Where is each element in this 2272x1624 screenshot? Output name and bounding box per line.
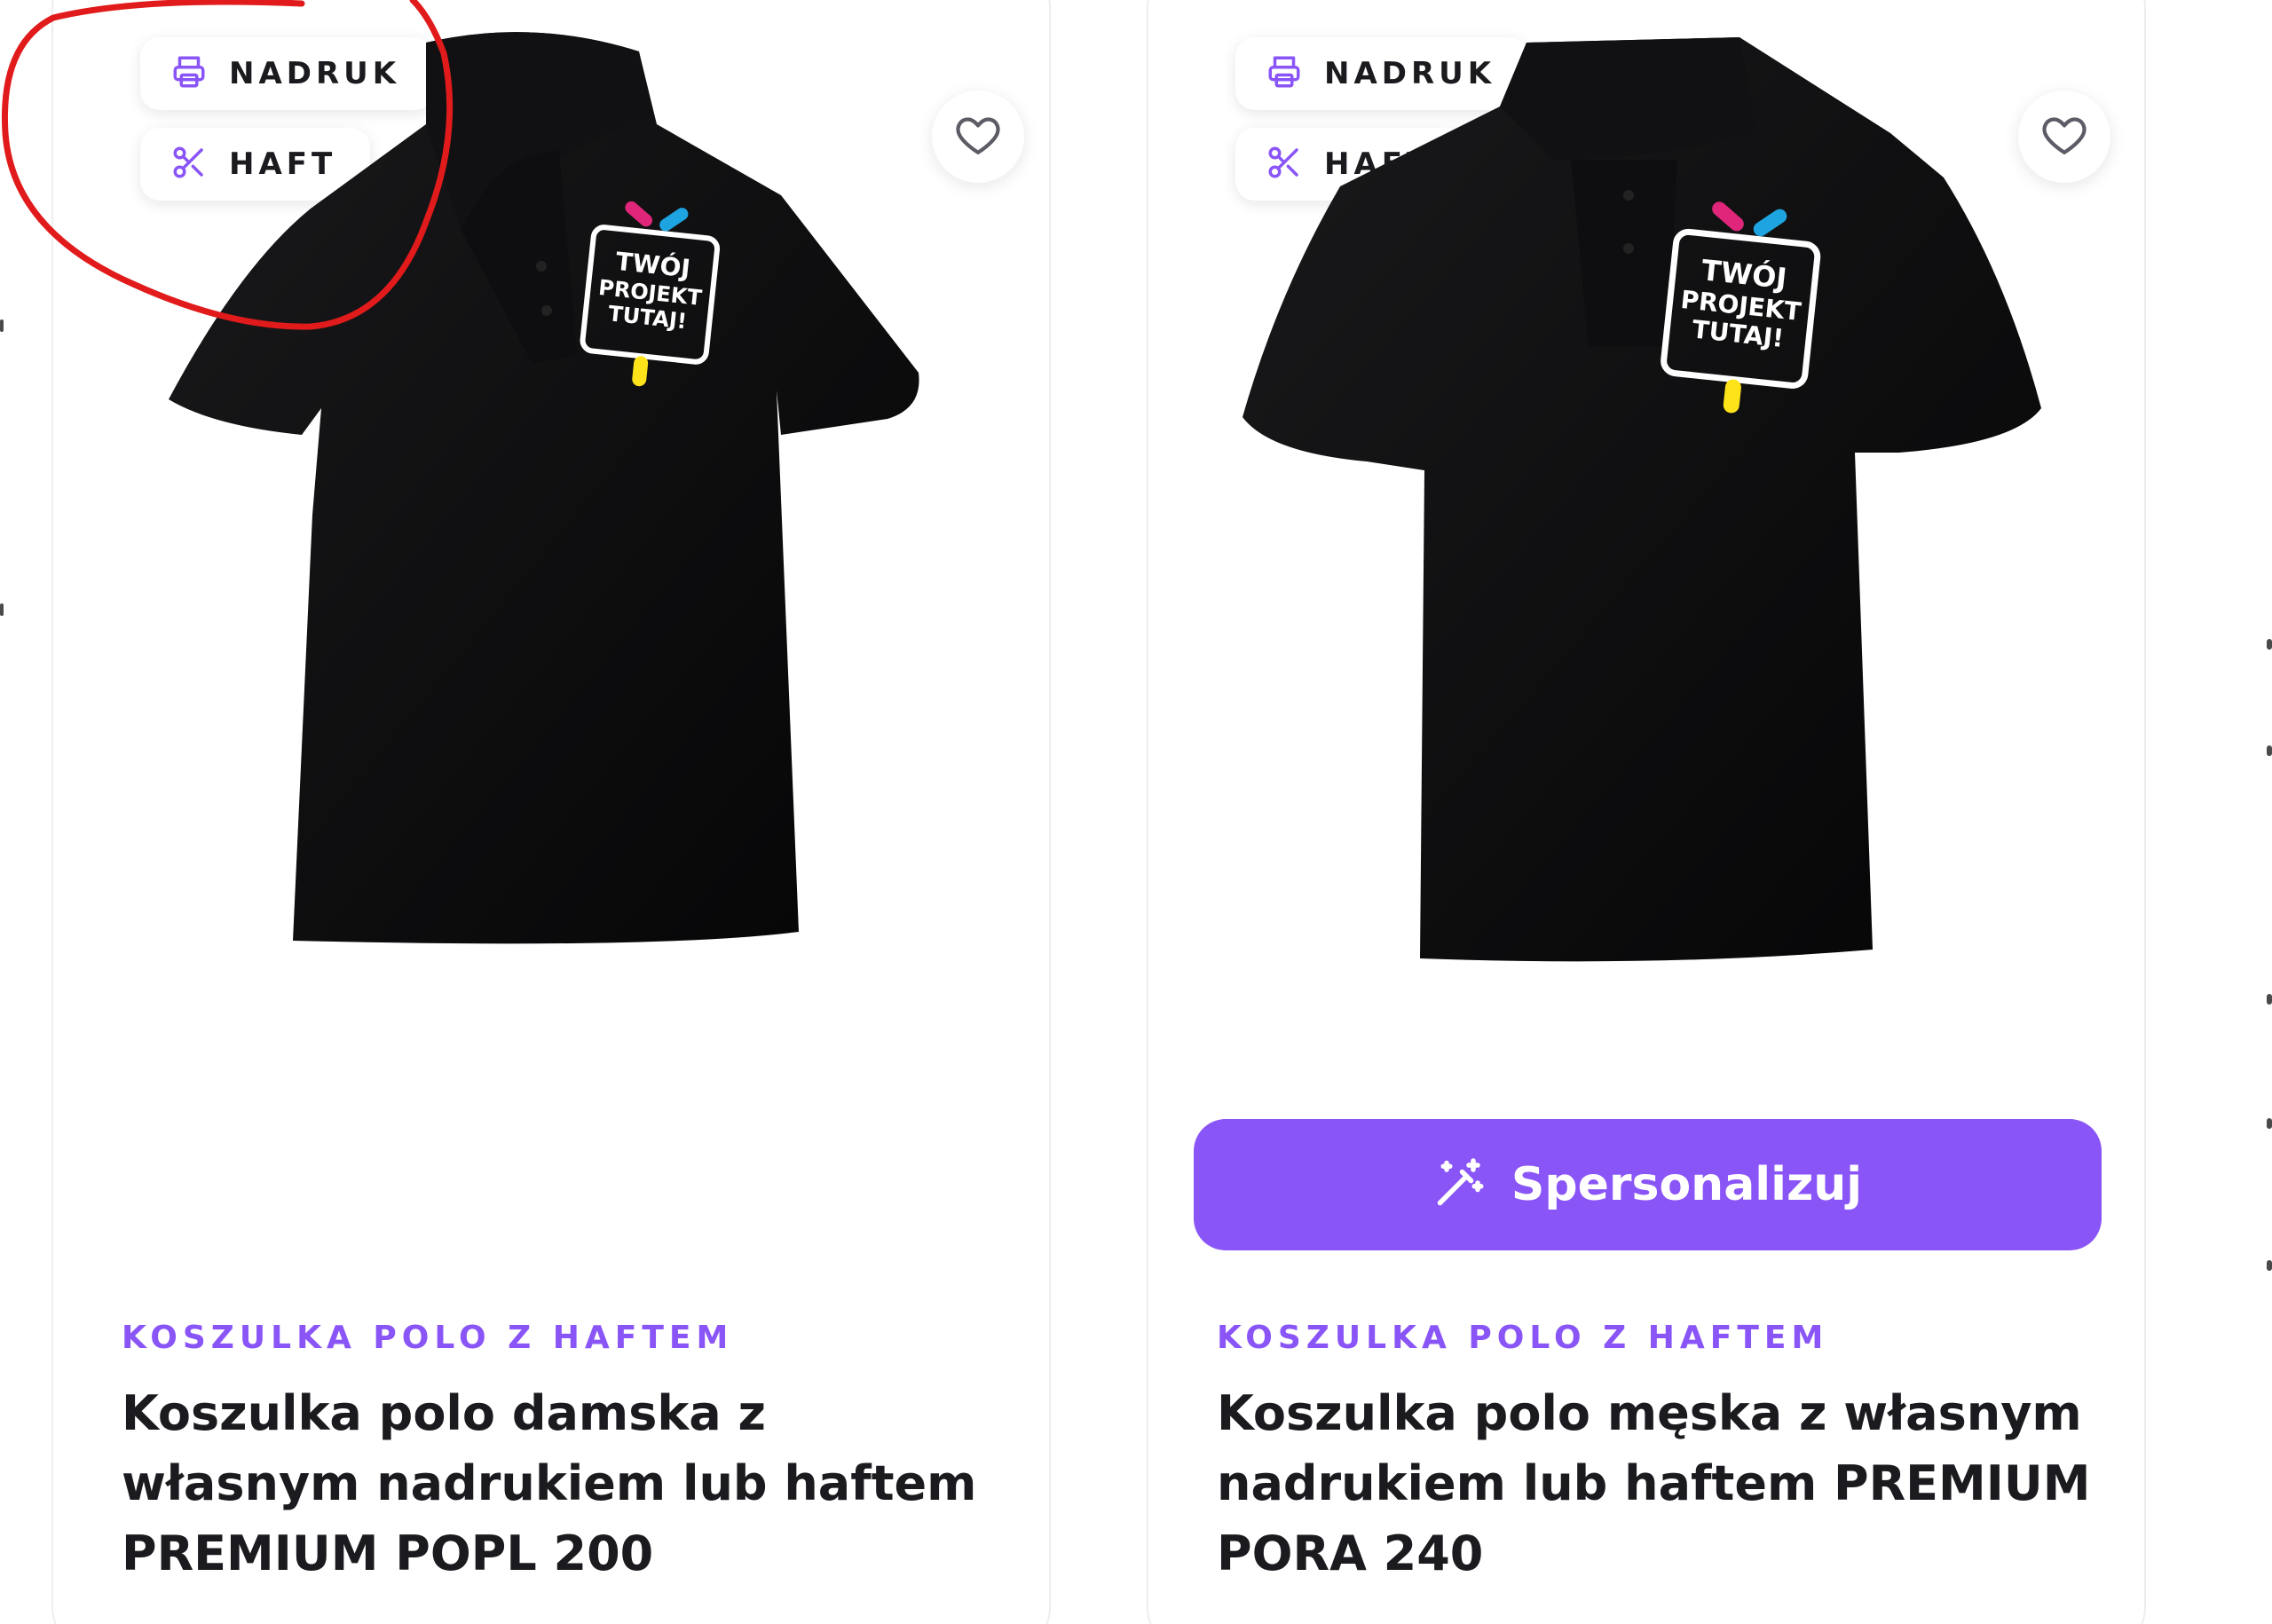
personalize-button-label: Spersonalizuj	[1511, 1158, 1863, 1211]
neighbor-card-edge	[0, 603, 4, 616]
heart-icon	[953, 110, 1003, 164]
product-grid: NADRUK HAFT NADRUK HAFT TWÓJ PROJEKT TUT…	[0, 0, 2272, 1624]
product-title[interactable]: Koszulka polo męska z własnym nadrukiem …	[1217, 1378, 2113, 1589]
neighbor-card-edge	[2267, 639, 2272, 650]
personalize-button[interactable]: Spersonalizuj	[1194, 1119, 2102, 1250]
product-image-polo-men[interactable]: TWÓJ PROJEKT TUTAJ!	[1234, 27, 2050, 976]
neighbor-card-edge	[0, 319, 4, 332]
favorite-button[interactable]	[932, 91, 1024, 183]
neighbor-card-edge	[2267, 745, 2272, 756]
product-image-polo-women[interactable]: TWÓJ PROJEKT TUTAJ!	[160, 18, 941, 967]
product-category: KOSZULKA POLO Z HAFTEM	[122, 1320, 734, 1356]
neighbor-card-edge	[2267, 1118, 2272, 1129]
product-title[interactable]: Koszulka polo damska z własnym nadrukiem…	[122, 1378, 1018, 1589]
product-category: KOSZULKA POLO Z HAFTEM	[1217, 1320, 1829, 1356]
magic-wand-icon	[1433, 1156, 1487, 1214]
neighbor-card-edge	[2267, 994, 2272, 1005]
neighbor-card-edge	[2267, 1260, 2272, 1271]
